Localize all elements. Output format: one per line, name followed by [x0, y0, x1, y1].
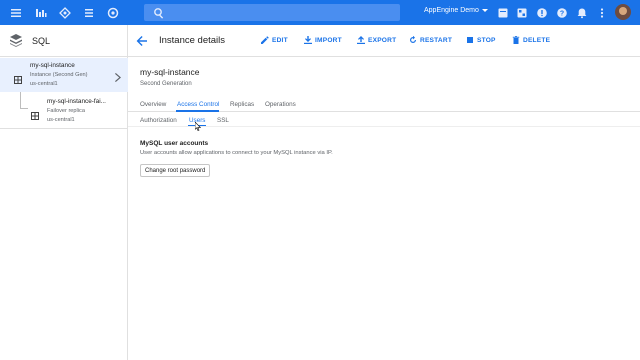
sidebar-item-failover-replica[interactable]: my-sql-instance-fai... Failover replica …	[0, 93, 128, 129]
tab-overview[interactable]: Overview	[140, 101, 166, 108]
pencil-icon	[261, 36, 269, 44]
more-icon[interactable]	[595, 6, 608, 19]
network-icon[interactable]	[58, 6, 71, 19]
instance-name: my-sql-instance	[30, 62, 75, 69]
subtab-divider	[128, 126, 640, 127]
sidebar-header: SQL	[0, 25, 128, 57]
svg-text:?: ?	[559, 10, 563, 17]
section-description: User accounts allow applications to conn…	[140, 150, 333, 156]
list-icon[interactable]	[82, 6, 95, 19]
active-tab-indicator	[176, 110, 219, 112]
edit-button[interactable]: EDIT	[261, 36, 288, 44]
project-selector[interactable]: AppEngine Demo	[424, 7, 488, 14]
notifications-icon[interactable]	[575, 6, 588, 19]
details-toolbar: Instance details EDIT IMPORT EXPORT REST…	[128, 25, 640, 57]
alert-icon[interactable]	[535, 6, 548, 19]
project-name: AppEngine Demo	[424, 7, 479, 14]
replica-icon	[31, 107, 39, 120]
sidebar-title: SQL	[32, 36, 51, 46]
restart-label: RESTART	[420, 36, 453, 44]
stop-button[interactable]: STOP	[466, 36, 496, 44]
export-label: EXPORT	[368, 36, 397, 44]
import-icon	[304, 36, 312, 44]
import-label: IMPORT	[315, 36, 342, 44]
gift-icon[interactable]	[496, 6, 509, 19]
edit-label: EDIT	[272, 36, 288, 44]
tab-replicas[interactable]: Replicas	[230, 101, 254, 108]
dashboard-icon[interactable]	[34, 6, 47, 19]
export-button[interactable]: EXPORT	[357, 36, 396, 44]
chevron-right-icon	[115, 69, 121, 82]
settings-icon[interactable]	[106, 6, 119, 19]
apps-icon[interactable]	[515, 6, 528, 19]
instance-title: my-sql-instance	[140, 67, 200, 77]
tab-bar: Overview Access Control Replicas Operati…	[128, 98, 640, 112]
tab-access-control[interactable]: Access Control	[177, 101, 219, 108]
stop-label: STOP	[477, 36, 496, 44]
trash-icon	[512, 36, 520, 44]
restart-button[interactable]: RESTART	[409, 36, 452, 44]
delete-label: DELETE	[523, 36, 551, 44]
instance-region: us-central1	[30, 81, 58, 87]
dropdown-icon	[481, 9, 488, 12]
section-title: MySQL user accounts	[140, 140, 209, 147]
change-root-password-button[interactable]: Change root password	[140, 164, 211, 177]
search-bar[interactable]	[144, 4, 400, 21]
instance-type: Instance (Second Gen)	[30, 72, 88, 78]
avatar[interactable]	[615, 4, 631, 20]
instance-type: Failover replica	[47, 108, 85, 114]
instance-region: us-central1	[47, 117, 75, 123]
menu-icon[interactable]	[9, 6, 22, 19]
back-arrow-icon[interactable]	[136, 34, 148, 46]
instance-icon	[14, 71, 22, 84]
help-icon[interactable]: ?	[555, 6, 568, 19]
export-icon	[357, 36, 365, 44]
stop-icon	[467, 37, 473, 43]
search-icon	[152, 6, 165, 19]
subtab-authorization[interactable]: Authorization	[140, 117, 177, 124]
instance-name: my-sql-instance-fai...	[47, 98, 106, 105]
import-button[interactable]: IMPORT	[304, 36, 342, 44]
sidebar-item-my-sql-instance[interactable]: my-sql-instance Instance (Second Gen) us…	[0, 58, 128, 92]
restart-icon	[410, 36, 416, 43]
instance-generation: Second Generation	[140, 81, 192, 87]
sql-logo-icon	[9, 33, 23, 47]
mouse-pointer-icon	[194, 118, 202, 131]
subtab-ssl[interactable]: SSL	[217, 117, 229, 124]
delete-button[interactable]: DELETE	[512, 36, 550, 44]
tab-operations[interactable]: Operations	[265, 101, 296, 108]
top-app-bar: AppEngine Demo ?	[0, 0, 640, 25]
page-title: Instance details	[159, 35, 226, 46]
sidebar: SQL my-sql-instance Instance (Second Gen…	[0, 25, 128, 360]
